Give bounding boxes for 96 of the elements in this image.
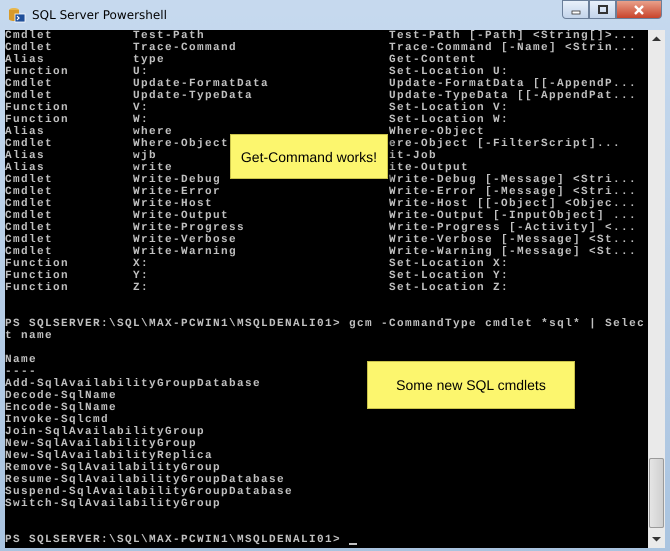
console-prompt: PS SQLSERVER:\SQL\MAX-PCWIN1\MSQLDENALI01> (5, 534, 342, 546)
command-name: Write-Host (133, 198, 214, 210)
command-name: V: (133, 102, 150, 114)
minimize-button[interactable] (562, 0, 589, 19)
command-type: Function (5, 66, 70, 78)
command-definition: Write-Host [[-Object] <Objec... (389, 198, 638, 210)
command-name: Where-Object (133, 138, 230, 150)
command-name: Update-TypeData (133, 90, 254, 102)
command-type: Cmdlet (5, 30, 54, 42)
command-definition: Write-Progress [-Activity] <... (389, 222, 638, 234)
callout-text: Get-Command works! (240, 148, 378, 164)
command-name: W: (133, 114, 150, 126)
console-text: Name (5, 354, 38, 366)
close-button[interactable] (616, 0, 662, 19)
console-text: Resume-SqlAvailabilityGroupDatabase (5, 474, 286, 486)
console-text: Decode-SqlName (5, 390, 118, 402)
command-type: Alias (5, 162, 46, 174)
command-name: Write-Output (133, 210, 230, 222)
console-text: Invoke-Sqlcmd (5, 414, 110, 426)
command-definition: Set-Location Y: (389, 270, 510, 282)
command-definition: Update-FormatData [[-AppendP... (389, 78, 638, 90)
command-type: Function (5, 270, 70, 282)
command-name: Y: (133, 270, 150, 282)
command-definition: Set-Location W: (389, 114, 510, 126)
callout-text: Some new SQL cmdlets (396, 377, 546, 393)
console-text: PS SQLSERVER:\SQL\MAX-PCWIN1\MSQLDENALI01> gcm -CommandType cmdlet *sql* | Selec (5, 318, 646, 330)
scrollbar-thumb[interactable] (649, 458, 664, 528)
command-definition: Write-Warning [-Message] <St... (389, 246, 638, 258)
command-name: Write-Error (133, 186, 222, 198)
command-name: Write-Debug (133, 174, 222, 186)
console-text: ---- (5, 366, 38, 378)
text-cursor (349, 543, 358, 545)
command-definition: Trace-Command [-Name] <Strin... (389, 42, 638, 54)
command-definition: it-Job (389, 150, 438, 162)
console-text: Switch-SqlAvailabilityGroup (5, 498, 222, 510)
command-definition: Test-Path [-Path] <String[]>... (389, 30, 638, 42)
window-title: SQL Server Powershell (32, 8, 167, 22)
command-type: Cmdlet (5, 186, 54, 198)
command-type: Cmdlet (5, 90, 54, 102)
command-name: Write-Progress (133, 222, 246, 234)
vertical-scrollbar[interactable] (648, 30, 665, 548)
console-text: Join-SqlAvailabilityGroup (5, 426, 206, 438)
command-name: Z: (133, 282, 150, 294)
command-definition: Write-Verbose [-Message] <St... (389, 234, 638, 246)
console-text: Suspend-SqlAvailabilityGroupDatabase (5, 486, 294, 498)
command-type: Alias (5, 150, 46, 162)
command-type: Cmdlet (5, 234, 54, 246)
command-type: Cmdlet (5, 78, 54, 90)
command-definition: Get-Content (389, 54, 478, 66)
command-name: Write-Verbose (133, 234, 238, 246)
command-definition: Write-Debug [-Message] <Stri... (389, 174, 638, 186)
close-icon (633, 4, 645, 14)
command-type: Function (5, 282, 70, 294)
command-name: wjb (133, 150, 158, 162)
command-type: Cmdlet (5, 210, 54, 222)
console-text: Add-SqlAvailabilityGroupDatabase (5, 378, 262, 390)
console-text: New-SqlAvailabilityReplica (5, 450, 214, 462)
command-type: Function (5, 258, 70, 270)
command-name: type (133, 54, 166, 66)
maximize-button[interactable] (589, 0, 616, 19)
scroll-up-arrow-icon[interactable] (652, 36, 661, 42)
command-type: Cmdlet (5, 42, 54, 54)
command-name: X: (133, 258, 150, 270)
command-type: Cmdlet (5, 174, 54, 186)
command-definition: Set-Location U: (389, 66, 510, 78)
command-name: Write-Warning (133, 246, 238, 258)
command-definition: Update-TypeData [[-AppendPat... (389, 90, 638, 102)
command-definition: Write-Output [-InputObject] ... (389, 210, 638, 222)
maximize-icon (598, 4, 608, 14)
console-text: t name (5, 330, 54, 342)
command-definition: ite-Output (389, 162, 470, 174)
command-definition: Set-Location Z: (389, 282, 510, 294)
console-text: Remove-SqlAvailabilityGroup (5, 462, 222, 474)
command-name: Trace-Command (133, 42, 238, 54)
command-definition: Write-Error [-Message] <Stri... (389, 186, 638, 198)
command-type: Cmdlet (5, 246, 54, 258)
command-name: Test-Path (133, 30, 206, 42)
console-text: New-SqlAvailabilityGroup (5, 438, 198, 450)
command-definition: Where-Object (389, 126, 486, 138)
database-console-icon (8, 6, 26, 24)
command-type: Function (5, 102, 70, 114)
command-name: U: (133, 66, 150, 78)
console-text: Encode-SqlName (5, 402, 118, 414)
command-type: Function (5, 114, 70, 126)
command-type: Cmdlet (5, 138, 54, 150)
scroll-down-arrow-icon[interactable] (652, 536, 661, 542)
command-type: Cmdlet (5, 222, 54, 234)
command-name: where (133, 126, 174, 138)
command-definition: Set-Location V: (389, 102, 510, 114)
command-type: Alias (5, 54, 46, 66)
command-name: write (133, 162, 174, 174)
command-definition: ere-Object [-FilterScript]... (389, 138, 622, 150)
command-name: Update-FormatData (133, 78, 270, 90)
command-type: Alias (5, 126, 46, 138)
command-type: Cmdlet (5, 198, 54, 210)
command-definition: Set-Location X: (389, 258, 510, 270)
